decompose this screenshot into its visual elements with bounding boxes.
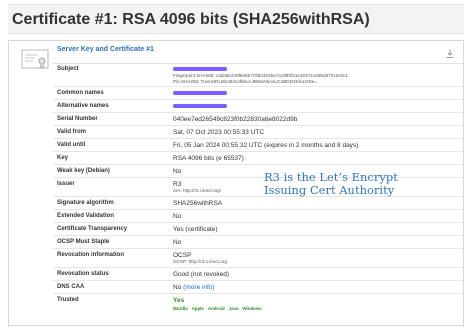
- label-issuer: Issuer: [57, 181, 75, 187]
- label-extended-validation: Extended Validation: [57, 213, 115, 219]
- value-signature-algorithm: SHA256withRSA: [173, 200, 223, 207]
- annotation-line-2: Issuing Cert Authority: [264, 183, 395, 197]
- redacted-text: [173, 104, 227, 109]
- value-dns-caa: No (more info): [173, 281, 463, 293]
- row-revocation-information: Revocation information OCSP OCSP: http:/…: [53, 249, 463, 268]
- value-alternative-names: [173, 100, 463, 112]
- panel-title: Server Key and Certificate #1: [57, 46, 154, 53]
- label-dns-caa: DNS CAA: [57, 284, 85, 290]
- row-extended-validation: Extended Validation No: [53, 210, 463, 223]
- label-signature-algorithm: Signature algorithm: [57, 200, 114, 206]
- row-certificate-transparency: Certificate Transparency Yes (certificat…: [53, 223, 463, 236]
- row-trusted: Trusted Yes Mozilla Apple Android Java W…: [53, 294, 463, 314]
- value-revocation-status: Good (not revoked): [173, 271, 230, 278]
- row-alternative-names: Alternative names: [53, 100, 463, 113]
- row-key: Key RSA 4096 bits (e 65537): [53, 152, 463, 165]
- value-valid-until: Fri, 05 Jan 2024 00:55:32 UTC (expires i…: [173, 142, 359, 149]
- dns-caa-value: No: [173, 284, 184, 291]
- row-common-names: Common names: [53, 87, 463, 100]
- client-windows: Windows: [242, 306, 262, 311]
- row-ocsp-must-staple: OCSP Must Staple No: [53, 236, 463, 249]
- value-serial-number: 040ee7ed26549c823f0b22830a6e8022d9b: [173, 116, 298, 123]
- value-ocsp-must-staple: No: [173, 239, 182, 246]
- label-valid-until: Valid until: [57, 142, 86, 148]
- label-certificate-transparency: Certificate Transparency: [57, 226, 128, 232]
- label-alternative-names: Alternative names: [57, 103, 109, 109]
- subject-pin: Pin SHA256: TuvmHRL6bUBmUfbbuAJBMuNkAvUC…: [173, 79, 318, 84]
- value-trusted: Yes Mozilla Apple Android Java Windows: [173, 294, 463, 314]
- issuer-annotation: R3 is the Let’s Encrypt Issuing Cert Aut…: [264, 171, 464, 197]
- value-certificate-transparency: Yes (certificate): [173, 226, 218, 233]
- certificate-icon: [15, 47, 55, 73]
- row-dns-caa: DNS CAA No (more info): [53, 281, 463, 294]
- label-revocation-information: Revocation information: [57, 252, 125, 258]
- client-apple: Apple: [191, 306, 204, 311]
- label-trusted: Trusted: [57, 297, 79, 303]
- label-common-names: Common names: [57, 90, 104, 96]
- value-subject: Fingerprint SHA256: ca3a8e249f8e6b776823…: [173, 63, 463, 86]
- label-subject: Subject: [57, 66, 79, 72]
- more-info-link[interactable]: (more info): [183, 284, 214, 291]
- value-key: RSA 4096 bits (e 65537): [173, 155, 244, 162]
- row-subject: Subject Fingerprint SHA256: ca3a8e249f8e…: [53, 63, 463, 87]
- download-icon[interactable]: [445, 46, 455, 58]
- value-valid-from: Sat, 07 Oct 2023 00:55:33 UTC: [173, 129, 265, 136]
- trusted-value: Yes: [173, 297, 185, 304]
- page-title: Certificate #1: RSA 4096 bits (SHA256wit…: [8, 4, 464, 34]
- label-revocation-status: Revocation status: [57, 271, 109, 277]
- redacted-text: [173, 67, 227, 72]
- client-android: Android: [207, 306, 225, 311]
- revocation-ocsp-url: OCSP: http://r3.o.lencr.org: [173, 259, 227, 264]
- label-serial-number: Serial Number: [57, 116, 98, 122]
- row-valid-from: Valid from Sat, 07 Oct 2023 00:55:33 UTC: [53, 126, 463, 139]
- issuer-name: R3: [173, 181, 182, 188]
- value-revocation-information: OCSP OCSP: http://r3.o.lencr.org: [173, 249, 463, 267]
- trusted-clients: Mozilla Apple Android Java Windows: [173, 306, 463, 311]
- label-key: Key: [57, 155, 69, 161]
- label-ocsp-must-staple: OCSP Must Staple: [57, 239, 110, 245]
- panel-header: Server Key and Certificate #1: [53, 41, 463, 64]
- row-serial-number: Serial Number 040ee7ed26549c823f0b22830a…: [53, 113, 463, 126]
- label-weak-key: Weak key (Debian): [57, 168, 110, 174]
- value-extended-validation: No: [173, 213, 182, 220]
- label-valid-from: Valid from: [57, 129, 87, 135]
- client-mozilla: Mozilla: [173, 306, 188, 311]
- value-common-names: [173, 87, 463, 99]
- row-revocation-status: Revocation status Good (not revoked): [53, 268, 463, 281]
- revocation-method: OCSP: [173, 252, 192, 259]
- client-java: Java: [228, 306, 239, 311]
- row-valid-until: Valid until Fri, 05 Jan 2024 00:55:32 UT…: [53, 139, 463, 152]
- redacted-text: [173, 91, 227, 96]
- row-signature-algorithm: Signature algorithm SHA256withRSA: [53, 197, 463, 210]
